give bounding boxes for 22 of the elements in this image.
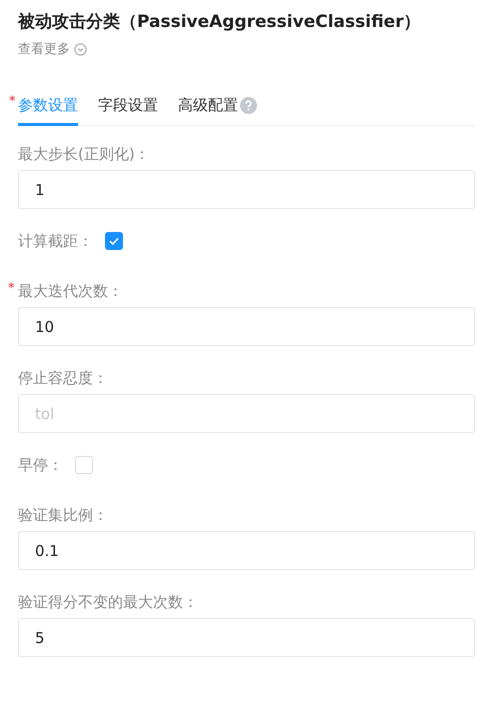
help-icon[interactable] (240, 97, 257, 114)
checkbox-label: 计算截距： (18, 231, 93, 252)
field-label: 最大迭代次数： (18, 281, 123, 302)
chevron-down-icon (74, 42, 87, 56)
input-field[interactable]: 1 (18, 170, 475, 209)
field-label: 验证得分不变的最大次数： (18, 592, 198, 613)
input-field[interactable]: 5 (18, 618, 475, 657)
tab[interactable]: 高级配置 (178, 92, 257, 126)
input-field[interactable]: 10 (18, 307, 475, 346)
field-label: 停止容忍度： (18, 368, 108, 389)
checkbox[interactable] (105, 232, 123, 250)
required-mark: * (9, 94, 16, 109)
field-label: 验证集比例： (18, 505, 108, 526)
tab[interactable]: 字段设置 (98, 92, 158, 126)
required-mark: * (8, 281, 14, 296)
field-label: 最大步长(正则化)： (18, 144, 150, 165)
more-link[interactable]: 查看更多 (18, 40, 87, 58)
checkbox-label: 早停： (18, 455, 63, 476)
input-field[interactable]: 0.1 (18, 531, 475, 570)
input-field[interactable]: tol (18, 394, 475, 433)
check-icon (108, 235, 120, 247)
page-title: 被动攻击分类（PassiveAggressiveClassifier） (18, 11, 422, 34)
